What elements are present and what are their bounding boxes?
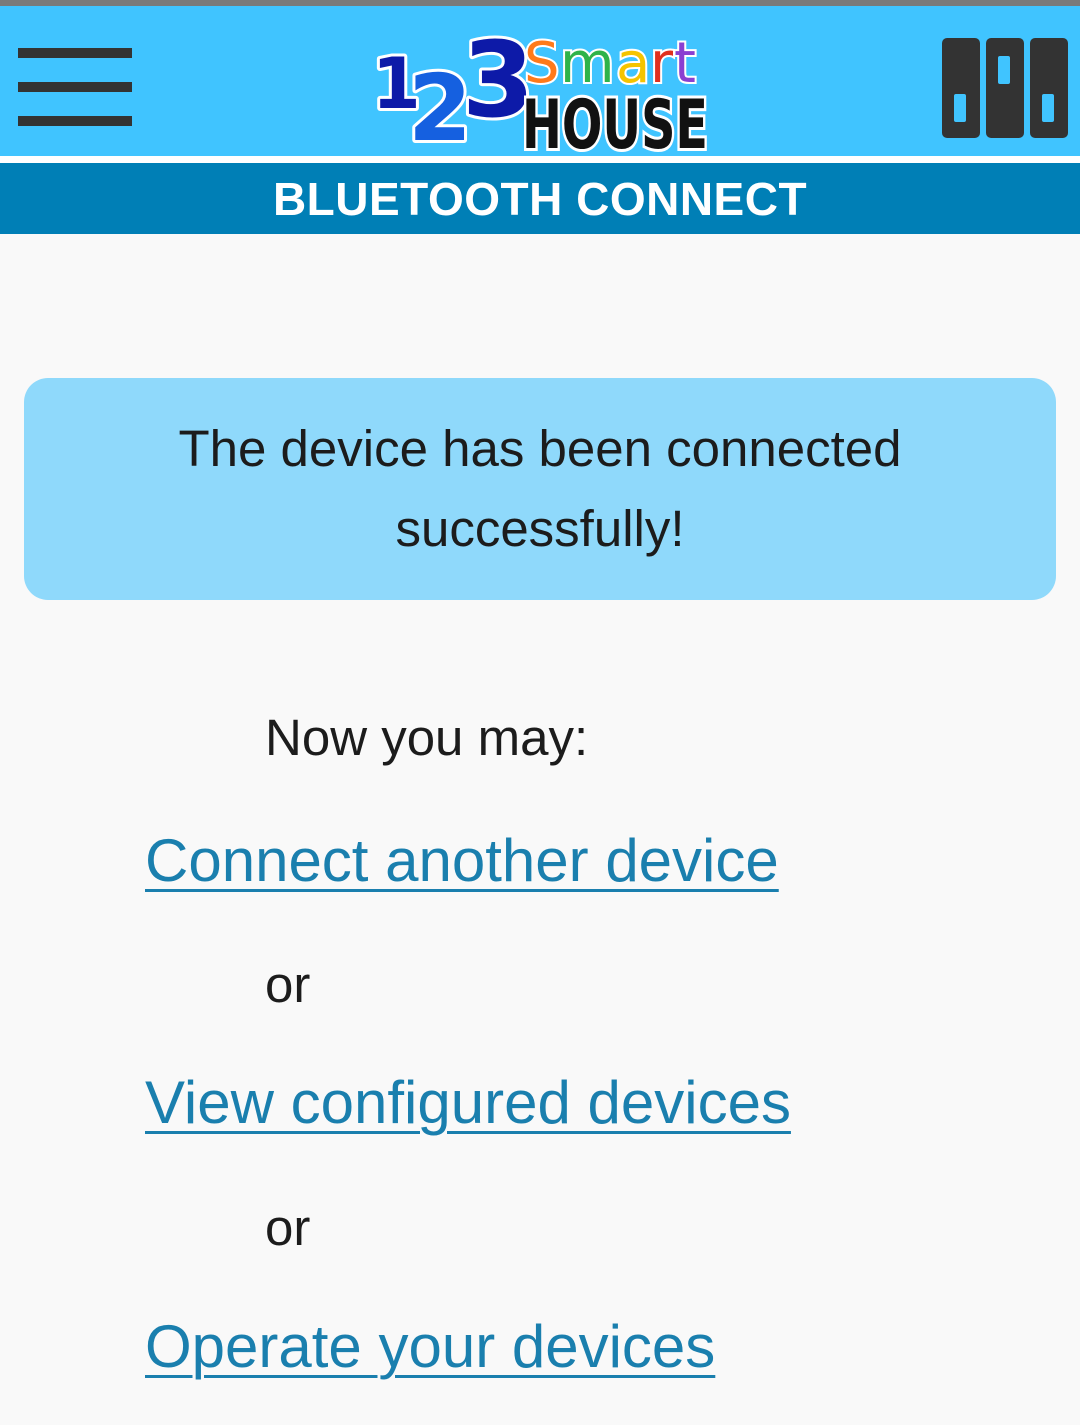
connect-another-device-link[interactable]: Connect another device bbox=[145, 826, 779, 895]
success-alert: The device has been connected successful… bbox=[24, 378, 1056, 600]
or-separator: or bbox=[265, 1199, 311, 1256]
device-grid-icon bbox=[942, 38, 1068, 138]
menu-button[interactable] bbox=[18, 48, 132, 126]
view-configured-devices-link[interactable]: View configured devices bbox=[145, 1068, 791, 1137]
device-grid-button[interactable] bbox=[940, 36, 1070, 140]
hamburger-menu-icon-bar bbox=[18, 116, 132, 126]
header-divider bbox=[0, 156, 1080, 163]
hamburger-menu-icon-bar bbox=[18, 82, 132, 92]
or-separator: or bbox=[265, 956, 311, 1013]
page-title: BLUETOOTH CONNECT bbox=[272, 172, 808, 225]
app-header: 1 2 3 S m a r t HOUSE bbox=[0, 6, 1080, 156]
page-title-bar: BLUETOOTH CONNECT bbox=[0, 163, 1080, 234]
alert-message: The device has been connected successful… bbox=[178, 420, 902, 557]
next-steps-intro: Now you may: bbox=[265, 709, 589, 766]
hamburger-menu-icon bbox=[18, 48, 132, 58]
operate-your-devices-link[interactable]: Operate your devices bbox=[145, 1312, 715, 1381]
logo-house-text: HOUSE bbox=[522, 86, 708, 156]
app-logo: 1 2 3 S m a r t HOUSE bbox=[369, 20, 711, 156]
